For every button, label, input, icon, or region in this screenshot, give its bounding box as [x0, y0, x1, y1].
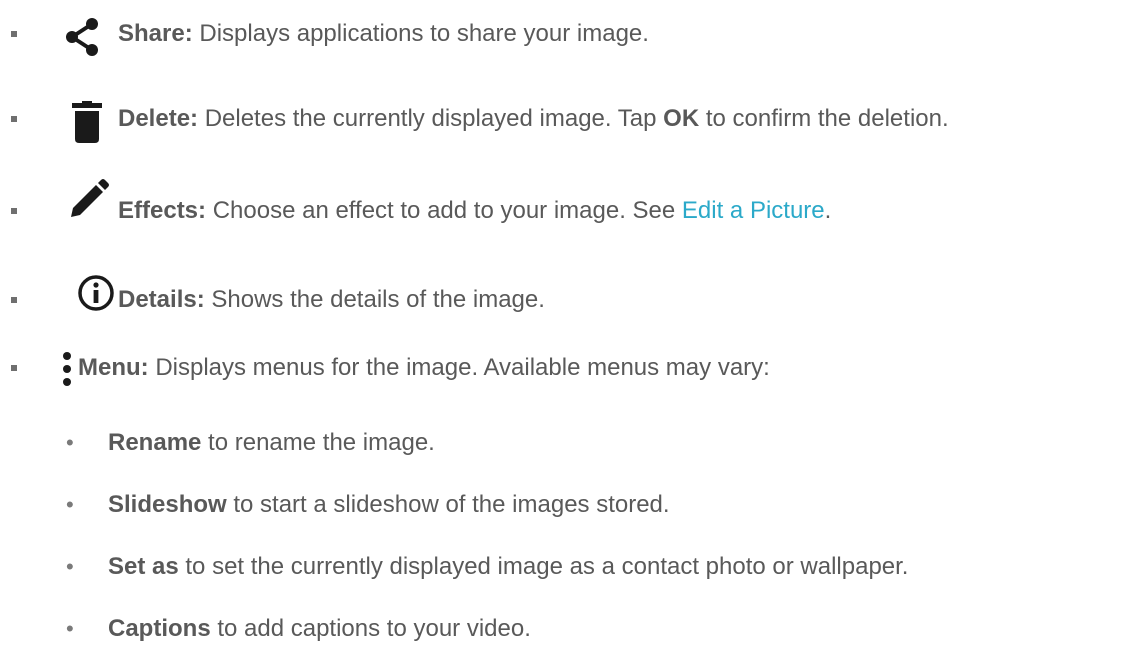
bullet-square	[11, 365, 17, 371]
menu-text: Displays menus for the image. Available …	[148, 354, 770, 381]
bullet-square	[11, 116, 17, 122]
rename-description: Rename to rename the image.	[108, 429, 435, 457]
delete-label: Delete:	[118, 105, 199, 132]
menu-label: Menu:	[78, 354, 149, 381]
delete-text-before: Deletes the currently displayed image. T…	[198, 105, 664, 132]
effects-label: Effects:	[118, 197, 207, 224]
rename-text: to rename the image.	[201, 429, 435, 456]
bullet-square	[11, 297, 17, 303]
share-label: Share:	[118, 20, 193, 47]
effects-text: Choose an effect to add to your image. S…	[206, 197, 682, 224]
bullet-dot: •	[66, 492, 74, 517]
edit-a-picture-link[interactable]: Edit a Picture	[682, 197, 825, 224]
details-text: Shows the details of the image.	[204, 286, 545, 313]
rename-label: Rename	[108, 429, 202, 456]
share-text: Displays applications to share your imag…	[192, 20, 649, 47]
slideshow-text: to start a slideshow of the images store…	[226, 491, 670, 518]
captions-label: Captions	[108, 615, 211, 642]
set-as-label: Set as	[108, 553, 179, 580]
set-as-text: to set the currently displayed image as …	[178, 553, 909, 580]
bullet-dot: •	[66, 554, 74, 579]
bullet-square	[11, 31, 17, 37]
slideshow-description: Slideshow to start a slideshow of the im…	[108, 491, 670, 519]
delete-description: Delete: Deletes the currently displayed …	[118, 105, 949, 133]
slideshow-label: Slideshow	[108, 491, 227, 518]
bullet-square	[11, 208, 17, 214]
info-icon	[78, 275, 114, 311]
delete-ok: OK	[663, 105, 700, 132]
details-label: Details:	[118, 286, 205, 313]
effects-description: Effects: Choose an effect to add to your…	[118, 197, 831, 225]
set-as-description: Set as to set the currently displayed im…	[108, 553, 908, 581]
details-description: Details: Shows the details of the image.	[118, 286, 545, 314]
pencil-icon	[71, 179, 109, 217]
delete-text-after: to confirm the deletion.	[699, 105, 949, 132]
menu-description: Menu: Displays menus for the image. Avai…	[78, 354, 770, 382]
trash-icon	[72, 101, 102, 143]
captions-text: to add captions to your video.	[210, 615, 531, 642]
bullet-dot: •	[66, 616, 74, 641]
more-vert-icon	[63, 352, 71, 386]
captions-description: Captions to add captions to your video.	[108, 615, 531, 643]
share-icon	[66, 18, 98, 56]
share-description: Share: Displays applications to share yo…	[118, 20, 649, 48]
bullet-dot: •	[66, 430, 74, 455]
effects-text-after: .	[824, 197, 832, 224]
